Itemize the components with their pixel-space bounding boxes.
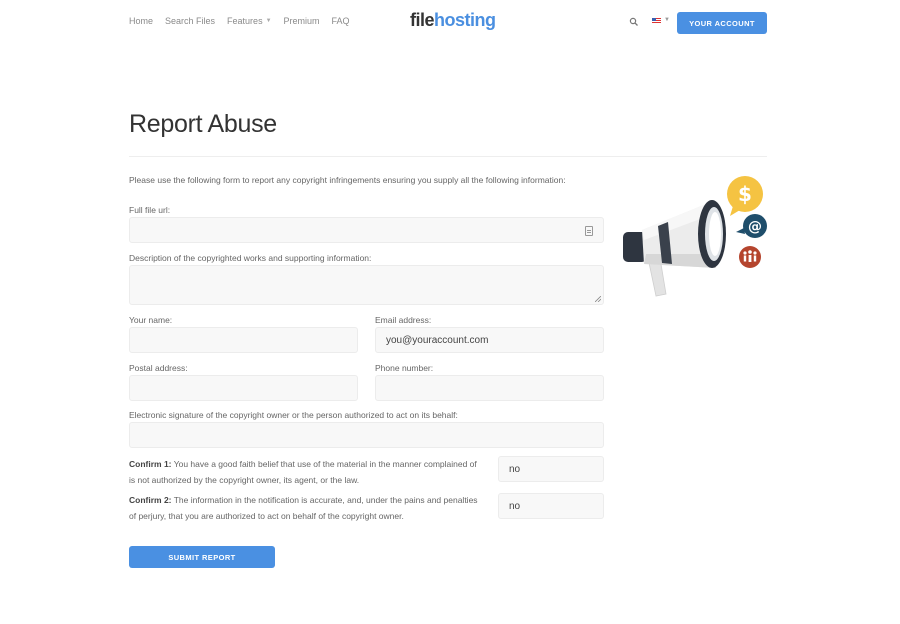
confirm1-text: Confirm 1: You have a good faith belief …: [129, 456, 479, 488]
nav-premium[interactable]: Premium: [284, 16, 320, 26]
nav-home[interactable]: Home: [129, 16, 153, 26]
clipboard-icon[interactable]: [585, 226, 593, 236]
main-nav: Home Search Files Features ▼ Premium FAQ: [129, 16, 362, 26]
at-bubble-icon: @: [736, 214, 767, 238]
intro-text: Please use the following form to report …: [129, 175, 566, 185]
confirm1-body: You have a good faith belief that use of…: [129, 459, 477, 485]
description-label: Description of the copyrighted works and…: [129, 253, 372, 263]
email-value: you@youraccount.com: [386, 334, 489, 346]
signature-input[interactable]: [129, 422, 604, 448]
email-input[interactable]: you@youraccount.com: [375, 327, 604, 353]
megaphone-illustration: $ @: [623, 176, 767, 297]
confirm2-value: no: [509, 500, 521, 512]
nav-premium-label: Premium: [283, 16, 320, 26]
confirm1-title: Confirm 1:: [129, 459, 172, 469]
logo-text-hosting: hosting: [434, 10, 496, 30]
postal-label: Postal address:: [129, 363, 188, 373]
language-chevron-icon[interactable]: ▼: [664, 17, 670, 23]
dollar-bubble-icon: $: [727, 176, 763, 216]
confirm2-text: Confirm 2: The information in the notifi…: [129, 492, 479, 524]
confirm1-value: no: [509, 463, 521, 475]
phone-label: Phone number:: [375, 363, 434, 373]
confirm2-title: Confirm 2:: [129, 495, 172, 505]
nav-faq-label: FAQ: [331, 16, 350, 26]
file-url-label: Full file url:: [129, 205, 171, 215]
your-account-button[interactable]: YOUR ACCOUNT: [677, 12, 767, 34]
description-textarea[interactable]: [129, 265, 604, 305]
file-url-input[interactable]: [129, 217, 604, 243]
logo-text-file: file: [410, 10, 435, 30]
confirm2-body: The information in the notification is a…: [129, 495, 478, 521]
nav-features-label: Features: [227, 16, 263, 26]
chevron-down-icon: ▼: [265, 18, 272, 24]
nav-features[interactable]: Features ▼: [227, 16, 271, 26]
signature-label: Electronic signature of the copyright ow…: [129, 410, 458, 420]
us-flag-icon[interactable]: [652, 18, 661, 24]
submit-report-button[interactable]: SUBMIT REPORT: [129, 546, 275, 568]
confirm2-select[interactable]: no: [498, 493, 604, 519]
resize-handle-icon[interactable]: [595, 296, 601, 302]
search-icon[interactable]: [629, 17, 639, 27]
name-input[interactable]: [129, 327, 358, 353]
people-bubble-icon: [739, 246, 761, 268]
email-label: Email address:: [375, 315, 432, 325]
svg-text:@: @: [748, 219, 762, 235]
site-logo[interactable]: filehosting: [410, 10, 496, 31]
nav-faq[interactable]: FAQ: [332, 16, 350, 26]
page-title: Report Abuse: [129, 110, 277, 138]
phone-input[interactable]: [375, 375, 604, 401]
nav-search-files-label: Search Files: [165, 16, 216, 26]
confirm1-select[interactable]: no: [498, 456, 604, 482]
divider: [129, 156, 767, 157]
nav-home-label: Home: [129, 16, 154, 26]
megaphone-icon: [623, 200, 726, 297]
svg-text:$: $: [738, 182, 752, 206]
name-label: Your name:: [129, 315, 173, 325]
postal-input[interactable]: [129, 375, 358, 401]
nav-search-files[interactable]: Search Files: [165, 16, 215, 26]
